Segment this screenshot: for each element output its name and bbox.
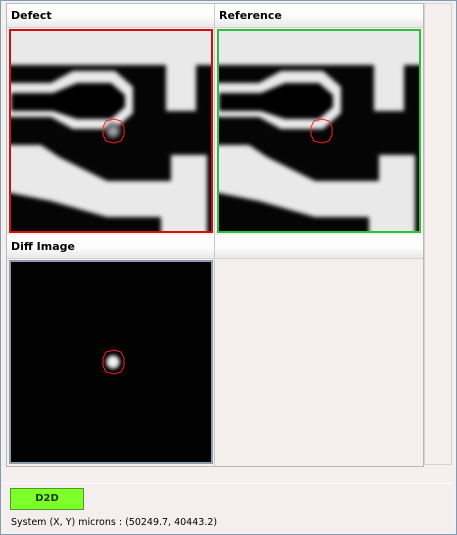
defect-panel-title: Defect	[7, 4, 214, 28]
status-bar: D2D System (X, Y) microns : (50249.7, 40…	[6, 483, 452, 532]
reference-panel: Reference	[215, 4, 423, 235]
defect-image-canvas	[11, 31, 211, 231]
reference-image[interactable]	[217, 29, 421, 233]
defect-panel: Defect	[7, 4, 215, 235]
diff-image-canvas	[11, 262, 211, 462]
coordinates-readout: System (X, Y) microns : (50249.7, 40443.…	[11, 517, 218, 528]
diff-panel: Diff Image	[7, 235, 215, 466]
reference-panel-title: Reference	[215, 4, 423, 28]
diff-panel-title: Diff Image	[7, 235, 214, 259]
diff-spot	[105, 354, 121, 370]
empty-panel	[215, 235, 423, 466]
reference-image-canvas	[219, 31, 419, 231]
defect-review-window: Defect Reference Diff Image D2D System (…	[0, 0, 457, 535]
d2d-mode-button[interactable]: D2D	[10, 488, 84, 510]
image-grid: Defect Reference Diff Image	[6, 3, 424, 467]
defect-spot	[105, 123, 121, 139]
empty-panel-title	[215, 235, 423, 259]
defect-image[interactable]	[9, 29, 213, 233]
right-side-strip	[424, 3, 452, 465]
diff-image[interactable]	[9, 260, 213, 464]
